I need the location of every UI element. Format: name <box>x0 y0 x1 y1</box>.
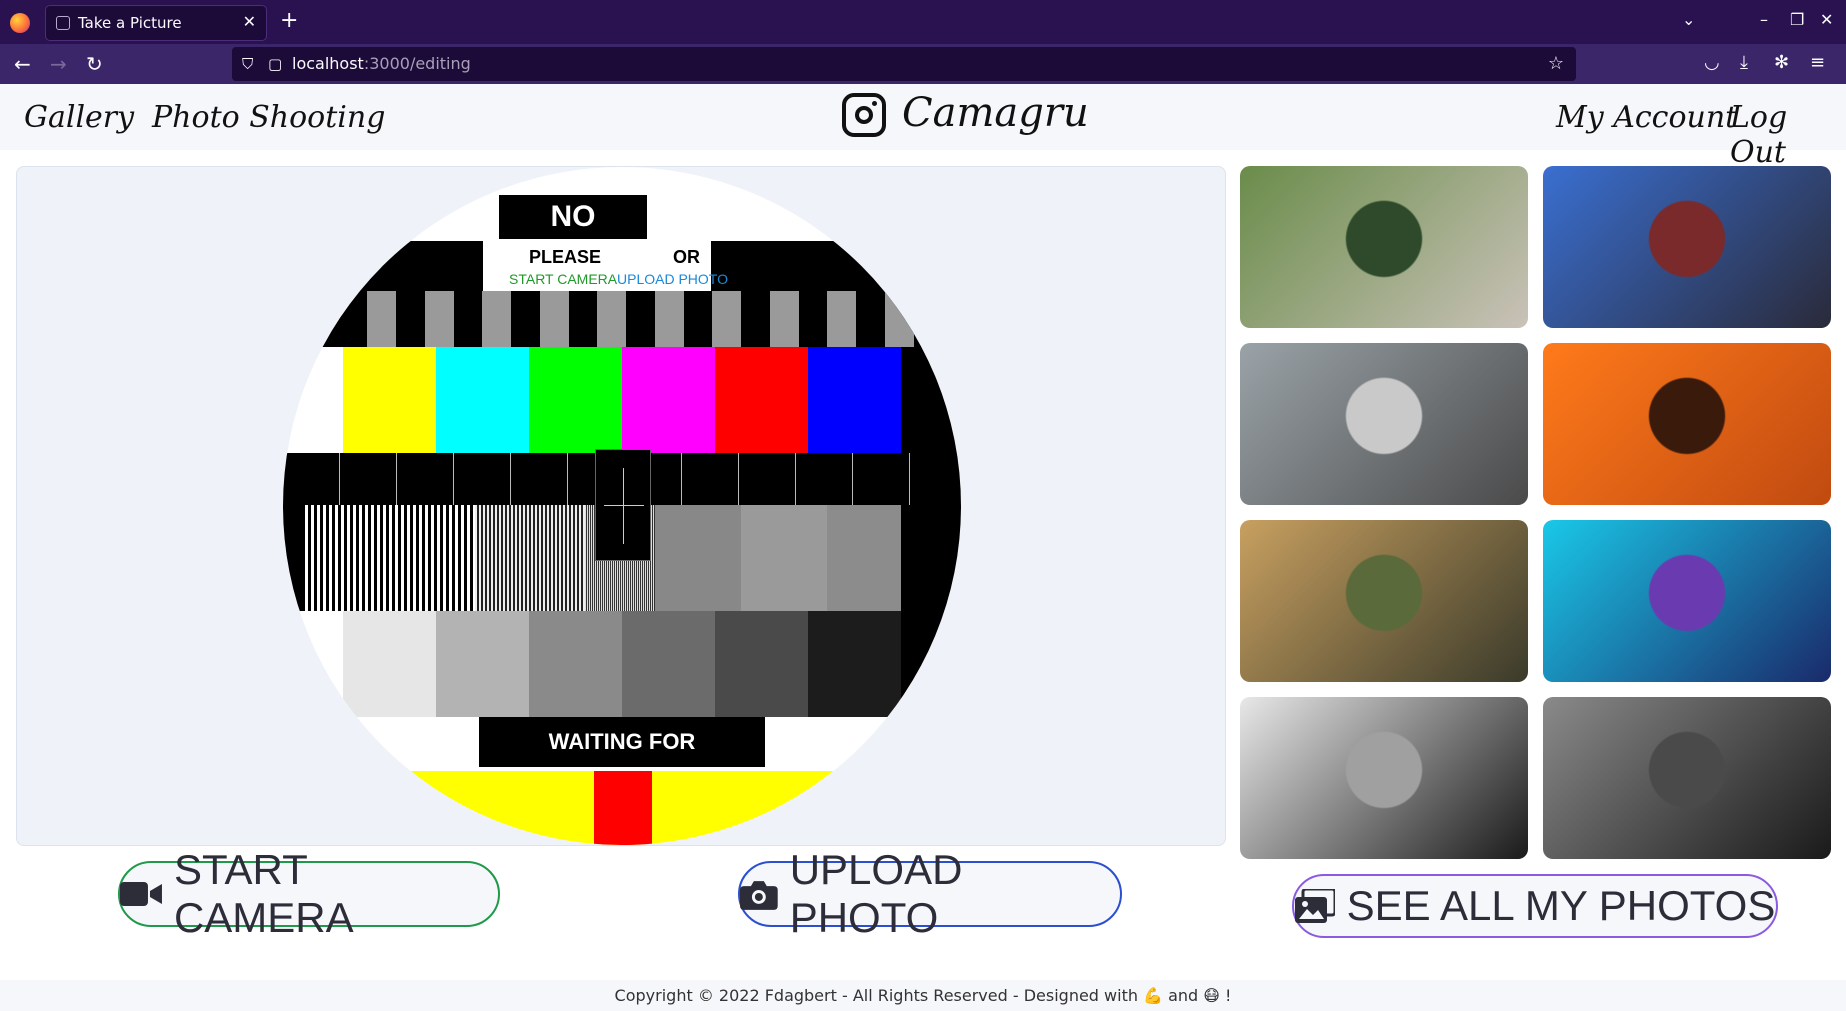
maximize-icon[interactable]: ❐ <box>1790 10 1804 29</box>
color-bar <box>808 347 901 453</box>
gray-tooth <box>942 291 961 347</box>
testcard-teeth <box>283 291 961 347</box>
color-bars <box>343 347 901 453</box>
url-host: localhost <box>292 54 364 73</box>
url-path: :3000/editing <box>363 54 471 73</box>
gray-tooth <box>424 291 454 347</box>
gray-tooth <box>827 291 856 347</box>
page: Gallery Photo Shooting Camagru My Accoun… <box>0 84 1846 1011</box>
tab-title: Take a Picture <box>78 14 182 32</box>
minimize-icon[interactable]: – <box>1760 10 1768 29</box>
color-bar <box>529 347 622 453</box>
upload-photo-button[interactable]: UPLOAD PHOTO <box>738 846 1122 941</box>
browser-tab[interactable]: Take a Picture ✕ <box>46 6 266 40</box>
see-all-photos-button[interactable]: SEE ALL MY PHOTOS <box>1292 874 1778 938</box>
tab-list-chevron-icon[interactable]: ⌄ <box>1682 10 1695 29</box>
waiting-label: WAITING FOR TRANSMISSION <box>479 717 765 804</box>
see-all-photos-label: SEE ALL MY PHOTOS <box>1346 882 1776 929</box>
bookmark-star-icon[interactable]: ☆ <box>1548 53 1564 74</box>
camera-logo-icon[interactable] <box>842 93 886 137</box>
no-signal-title: NO SIGNAL <box>499 195 647 277</box>
start-camera-label: START CAMERA <box>173 846 354 941</box>
gallery-thumbnail[interactable] <box>1543 343 1831 505</box>
tab-close-icon[interactable]: ✕ <box>243 12 256 31</box>
footer: Copyright © 2022 Fdagbert - All Rights R… <box>0 980 1846 1011</box>
gallery-thumbnail[interactable] <box>1543 166 1831 328</box>
gallery-thumbnail[interactable] <box>1240 166 1528 328</box>
camera-icon <box>740 881 778 910</box>
gray-tooth <box>769 291 799 347</box>
brand-logo[interactable]: Camagru <box>902 90 1089 136</box>
gray-tooth <box>539 291 569 347</box>
start-camera-hint: START CAMERA <box>509 271 618 287</box>
testcard-right-black-3 <box>901 611 961 717</box>
gallery-thumbnail[interactable] <box>1240 343 1528 505</box>
site-header: Gallery Photo Shooting Camagru My Accoun… <box>0 84 1846 170</box>
please-text: PLEASE <box>529 247 602 267</box>
url-bar[interactable]: ⛉ ▢ localhost:3000/editing ☆ <box>232 47 1576 81</box>
resolution-wedge-2 <box>475 505 585 611</box>
gallery-thumbnail[interactable] <box>1543 697 1831 859</box>
tab-favicon-icon <box>56 16 70 30</box>
video-camera-icon <box>120 882 162 906</box>
gallery-thumbnail[interactable] <box>1240 520 1528 682</box>
start-camera-button[interactable]: START CAMERA <box>118 846 500 941</box>
new-tab-icon[interactable]: + <box>280 8 298 33</box>
pocket-icon[interactable]: ◡ <box>1704 52 1720 73</box>
firefox-icon[interactable] <box>10 13 30 33</box>
center-crosshair <box>595 449 651 561</box>
extensions-icon[interactable]: ✻ <box>1774 52 1789 73</box>
gray-tooth <box>367 291 396 347</box>
menu-icon[interactable]: ≡ <box>1810 52 1825 73</box>
gray-wedge <box>655 505 901 611</box>
testcard-right-black <box>901 347 961 453</box>
gray-tooth <box>712 291 741 347</box>
downloads-icon[interactable]: ⤓ <box>1740 52 1748 73</box>
browser-tab-bar: Take a Picture ✕ + ⌄ – ❐ ✕ <box>0 0 1846 44</box>
gray-tooth <box>597 291 626 347</box>
gray-bar <box>715 611 808 717</box>
gray-bar <box>529 611 622 717</box>
or-text: OR <box>673 247 700 267</box>
color-bar <box>622 347 715 453</box>
nav-log-out-link[interactable]: Log Out <box>1730 100 1846 170</box>
page-info-icon[interactable]: ▢ <box>268 55 282 73</box>
resolution-wedge-1 <box>305 505 475 611</box>
gray-bars <box>343 611 901 717</box>
url-text[interactable]: localhost:3000/editing <box>292 54 471 73</box>
testcard-bottom-red <box>594 771 652 845</box>
nav-gallery-link[interactable]: Gallery <box>24 100 134 135</box>
images-icon <box>1294 889 1335 923</box>
nav-photo-shooting-link[interactable]: Photo Shooting <box>152 100 385 135</box>
gray-tooth <box>884 291 914 347</box>
gray-bar <box>622 611 715 717</box>
upload-photo-hint: UPLOAD PHOTO <box>617 271 728 287</box>
back-icon[interactable]: ← <box>14 52 31 76</box>
reload-icon[interactable]: ↻ <box>86 52 103 76</box>
color-bar <box>436 347 529 453</box>
gray-bar <box>436 611 529 717</box>
gray-bar <box>343 611 436 717</box>
preview-panel: WAITING FOR TRANSMISSION NO SIGNAL PLEAS… <box>16 166 1226 846</box>
testcard-right-black-2 <box>901 505 961 611</box>
browser-nav-bar: ← → ↻ ⛉ ▢ localhost:3000/editing ☆ ◡ ⤓ ✻… <box>0 44 1846 84</box>
color-bar <box>715 347 808 453</box>
upload-photo-label: UPLOAD PHOTO <box>789 846 963 941</box>
gallery-thumbnail[interactable] <box>1543 520 1831 682</box>
gray-tooth <box>482 291 511 347</box>
color-bar <box>343 347 436 453</box>
close-window-icon[interactable]: ✕ <box>1820 10 1833 29</box>
gallery-thumbnail[interactable] <box>1240 697 1528 859</box>
gray-bar <box>808 611 901 717</box>
testcard-left-black <box>283 505 305 611</box>
nav-my-account-link[interactable]: My Account <box>1556 100 1737 135</box>
gray-tooth <box>654 291 684 347</box>
no-signal-test-card: WAITING FOR TRANSMISSION NO SIGNAL PLEAS… <box>283 167 961 845</box>
shield-icon[interactable]: ⛉ <box>242 55 253 73</box>
forward-icon[interactable]: → <box>50 52 67 76</box>
